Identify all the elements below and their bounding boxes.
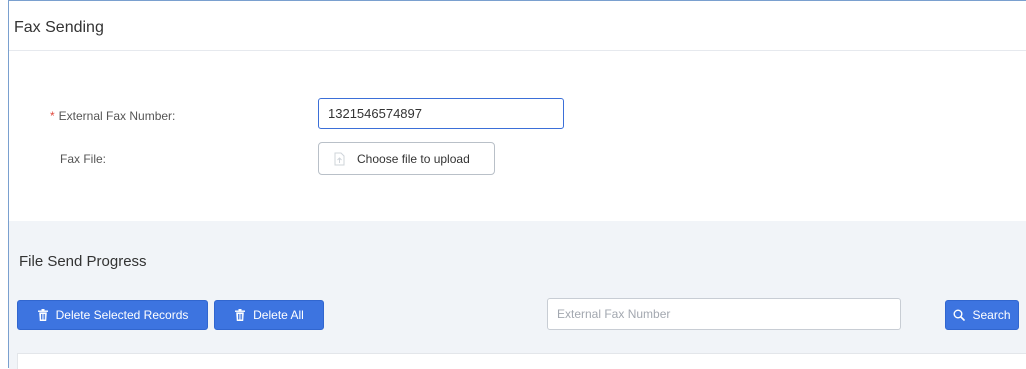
page-header: Fax Sending: [9, 1, 1026, 51]
fax-file-label: Fax File:: [60, 152, 107, 166]
page-title: Fax Sending: [14, 19, 104, 36]
search-button-label: Search: [972, 308, 1011, 322]
external-fax-number-search-input[interactable]: [547, 298, 901, 330]
delete-selected-records-label: Delete Selected Records: [55, 308, 189, 322]
external-fax-number-input[interactable]: [318, 98, 564, 129]
trash-icon: [37, 309, 49, 321]
trash-icon: [234, 309, 246, 321]
delete-selected-records-button[interactable]: Delete Selected Records: [17, 300, 208, 330]
search-icon: [953, 309, 966, 321]
fax-sending-panel: Fax Sending *External Fax Number: Fax Fi…: [8, 0, 1026, 369]
fax-form: *External Fax Number: Fax File: Choose f…: [9, 51, 1026, 221]
file-send-progress-section: File Send Progress Delete Selected Recor…: [9, 221, 1026, 369]
records-table: [17, 353, 1026, 369]
delete-all-label: Delete All: [253, 308, 304, 322]
external-fax-number-label: * External Fax Number:: [50, 109, 175, 123]
external-fax-number-label-text: External Fax Number:: [58, 109, 176, 123]
search-button[interactable]: Search: [945, 300, 1019, 330]
upload-icon: [333, 152, 345, 166]
section-title: File Send Progress: [19, 253, 147, 270]
required-indicator: *: [50, 109, 55, 123]
choose-file-button[interactable]: Choose file to upload: [318, 142, 495, 175]
delete-all-button[interactable]: Delete All: [214, 300, 324, 330]
choose-file-label: Choose file to upload: [357, 151, 470, 166]
